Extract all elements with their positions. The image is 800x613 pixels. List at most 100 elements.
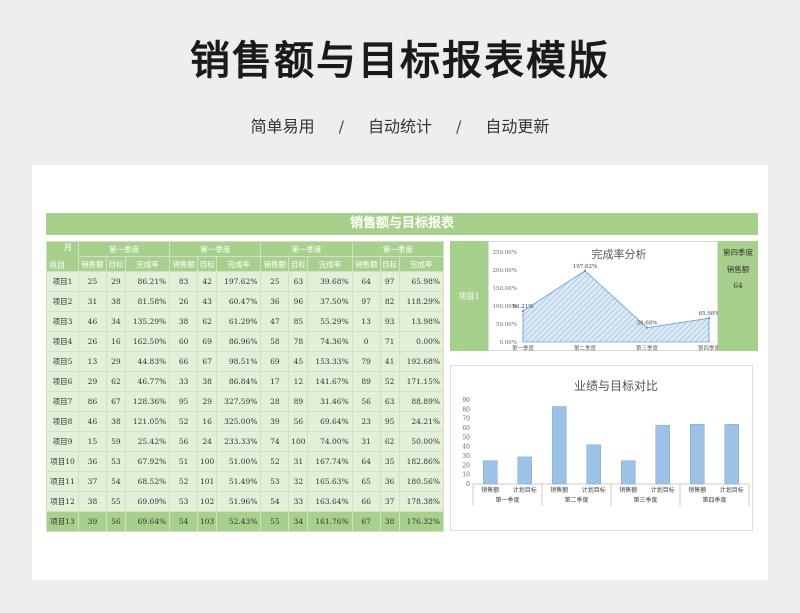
table-cell[interactable]: 327.59%	[216, 391, 262, 412]
table-cell[interactable]: 69.64%	[307, 411, 353, 432]
table-cell[interactable]: 121.05%	[124, 411, 171, 432]
table-cell[interactable]: 180.56%	[398, 471, 445, 492]
table-cell[interactable]: 66	[351, 491, 381, 512]
table-cell[interactable]: 163.64%	[307, 491, 353, 512]
table-cell[interactable]: 56	[288, 411, 309, 432]
table-cell[interactable]: 89	[288, 391, 309, 412]
table-cell[interactable]: 65.98%	[398, 271, 445, 292]
row-label[interactable]: 项目7	[46, 391, 79, 412]
table-cell[interactable]: 45	[288, 351, 309, 372]
row-label[interactable]: 项目5	[46, 351, 79, 372]
table-cell[interactable]: 24.21%	[398, 411, 445, 432]
table-cell[interactable]: 82	[379, 291, 400, 312]
table-cell[interactable]: 25	[78, 271, 107, 292]
table-cell[interactable]: 167.74%	[307, 451, 353, 472]
table-cell[interactable]: 52	[260, 451, 290, 472]
table-cell[interactable]: 97	[351, 291, 381, 312]
table-cell[interactable]: 69.64%	[124, 511, 171, 532]
table-cell[interactable]: 24	[197, 431, 218, 452]
table-cell[interactable]: 32	[288, 471, 309, 492]
table-cell[interactable]: 47	[260, 311, 290, 332]
table-cell[interactable]: 0.00%	[398, 331, 445, 352]
table-cell[interactable]: 101	[197, 471, 218, 492]
table-cell[interactable]: 178.38%	[398, 491, 445, 512]
table-cell[interactable]: 61.29%	[216, 311, 262, 332]
table-cell[interactable]: 85	[288, 311, 309, 332]
table-cell[interactable]: 42	[197, 271, 218, 292]
table-cell[interactable]: 68.52%	[124, 471, 171, 492]
table-cell[interactable]: 16	[105, 331, 126, 352]
table-cell[interactable]: 176.32%	[398, 511, 445, 532]
table-cell[interactable]: 38	[105, 411, 126, 432]
table-cell[interactable]: 29	[197, 391, 218, 412]
table-cell[interactable]: 86.96%	[216, 331, 262, 352]
table-cell[interactable]: 35	[379, 451, 400, 472]
table-cell[interactable]: 36	[379, 471, 400, 492]
table-cell[interactable]: 39.68%	[307, 271, 353, 292]
table-cell[interactable]: 67	[197, 351, 218, 372]
table-cell[interactable]: 52	[169, 411, 199, 432]
table-cell[interactable]: 69	[260, 351, 290, 372]
table-cell[interactable]: 79	[351, 351, 381, 372]
table-cell[interactable]: 62	[105, 371, 126, 392]
row-label[interactable]: 项目10	[46, 451, 79, 472]
table-cell[interactable]: 31	[78, 291, 107, 312]
table-cell[interactable]: 71	[379, 331, 400, 352]
table-cell[interactable]: 26	[169, 291, 199, 312]
table-cell[interactable]: 55	[105, 491, 126, 512]
table-cell[interactable]: 86.21%	[124, 271, 171, 292]
table-cell[interactable]: 55	[260, 511, 290, 532]
row-label[interactable]: 项目13	[46, 511, 79, 532]
table-cell[interactable]: 66	[169, 351, 199, 372]
table-cell[interactable]: 23	[351, 411, 381, 432]
table-cell[interactable]: 62	[197, 311, 218, 332]
table-cell[interactable]: 38	[197, 371, 218, 392]
table-cell[interactable]: 197.62%	[216, 271, 262, 292]
table-cell[interactable]: 53	[260, 471, 290, 492]
table-cell[interactable]: 38	[379, 511, 400, 532]
table-cell[interactable]: 39	[260, 411, 290, 432]
table-cell[interactable]: 63	[288, 271, 309, 292]
table-cell[interactable]: 51.49%	[216, 471, 262, 492]
table-cell[interactable]: 54	[105, 471, 126, 492]
table-cell[interactable]: 54	[169, 511, 199, 532]
table-cell[interactable]: 153.33%	[307, 351, 353, 372]
table-cell[interactable]: 78	[288, 331, 309, 352]
table-cell[interactable]: 51.00%	[216, 451, 262, 472]
table-cell[interactable]: 67	[105, 391, 126, 412]
row-label[interactable]: 项目8	[46, 411, 79, 432]
table-cell[interactable]: 192.68%	[398, 351, 445, 372]
table-cell[interactable]: 74	[260, 431, 290, 452]
table-cell[interactable]: 38	[78, 491, 107, 512]
table-cell[interactable]: 38	[169, 311, 199, 332]
table-cell[interactable]: 56	[105, 511, 126, 532]
table-cell[interactable]: 37	[379, 491, 400, 512]
table-cell[interactable]: 16	[197, 411, 218, 432]
table-cell[interactable]: 100	[197, 451, 218, 472]
table-cell[interactable]: 25.42%	[124, 431, 171, 452]
table-cell[interactable]: 56	[351, 391, 381, 412]
table-cell[interactable]: 31	[288, 451, 309, 472]
table-cell[interactable]: 46.77%	[124, 371, 171, 392]
table-cell[interactable]: 95	[169, 391, 199, 412]
table-cell[interactable]: 65	[351, 471, 381, 492]
table-cell[interactable]: 0	[351, 331, 381, 352]
table-cell[interactable]: 69.09%	[124, 491, 171, 512]
table-cell[interactable]: 31	[351, 431, 381, 452]
table-cell[interactable]: 162.50%	[124, 331, 171, 352]
table-cell[interactable]: 93	[379, 311, 400, 332]
table-cell[interactable]: 46	[78, 411, 107, 432]
table-cell[interactable]: 46	[78, 311, 107, 332]
table-cell[interactable]: 67	[351, 511, 381, 532]
table-cell[interactable]: 102	[197, 491, 218, 512]
table-cell[interactable]: 25	[260, 271, 290, 292]
table-cell[interactable]: 233.33%	[216, 431, 262, 452]
table-cell[interactable]: 29	[78, 371, 107, 392]
table-cell[interactable]: 171.15%	[398, 371, 445, 392]
table-cell[interactable]: 39	[78, 511, 107, 532]
table-cell[interactable]: 64	[351, 271, 381, 292]
table-cell[interactable]: 52	[169, 471, 199, 492]
row-label[interactable]: 项目3	[46, 311, 79, 332]
table-cell[interactable]: 59	[105, 431, 126, 452]
table-cell[interactable]: 52	[379, 371, 400, 392]
